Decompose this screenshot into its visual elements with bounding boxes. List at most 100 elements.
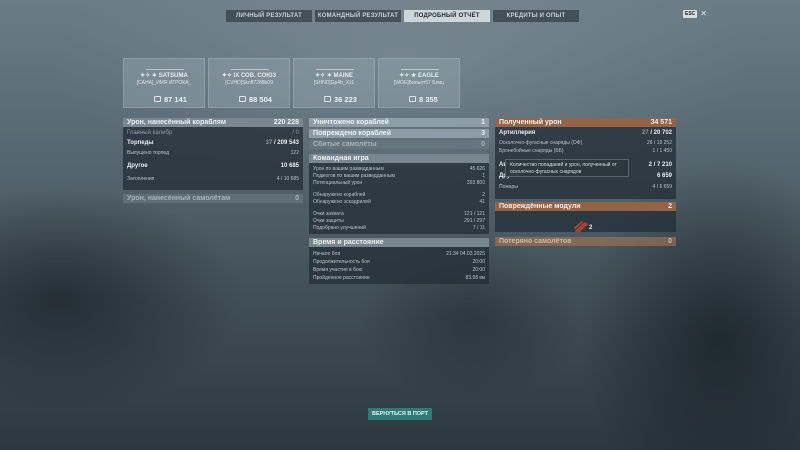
teamplay-title: Командная игра — [313, 155, 369, 162]
he-shells-row[interactable]: Осколочно-фугасные снаряды (ОФ) 26 / 19 … — [495, 139, 676, 147]
row-label: Начало боя — [313, 251, 341, 257]
fires-label: Пожары — [499, 184, 518, 190]
ship-name: ✦✧ IX СОВ. СОЮЗ — [221, 73, 277, 79]
aviation-value: 2 / 7 210 — [648, 161, 672, 168]
planes-shot-header[interactable]: Сбитые самолёты 0 — [309, 140, 489, 149]
time-row: Начало боя 21:34 04.03.2025 — [309, 250, 489, 258]
row-value: 20:00 — [472, 259, 485, 265]
teamplay-row: Потенциальный урон 393 800 — [309, 179, 489, 186]
tab-detailed-report[interactable]: ПОДРОБНЫЙ ОТЧЁТ — [404, 10, 490, 22]
tab-personal-result[interactable]: ЛИЧНЫЙ РЕЗУЛЬТАТ — [226, 10, 312, 22]
planes-lost-header[interactable]: Потеряно самолётов 0 — [495, 237, 676, 246]
damaged-modules-value: 2 — [668, 203, 672, 210]
artillery-damage: / 20 702 — [650, 130, 672, 136]
tab-team-result[interactable]: КОМАНДНЫЙ РЕЗУЛЬТАТ — [315, 10, 401, 22]
ship-damage-label: Урон, нанесённый кораблям — [127, 119, 227, 126]
time-row: Пройденное расстояние 83.98 км — [309, 274, 489, 282]
teamplay-panel: Командная игра Урон по вашим разведданны… — [309, 154, 489, 234]
he-shells-tooltip: Количество попаданий и урон, полученный … — [505, 159, 629, 177]
row-label: Очки захвата — [313, 210, 344, 217]
tab-credits-xp[interactable]: КРЕДИТЫ И ОПЫТ — [493, 10, 579, 22]
top-tabs: ЛИЧНЫЙ РЕЗУЛЬТАТ КОМАНДНЫЙ РЕЗУЛЬТАТ ПОД… — [226, 10, 579, 22]
teamplay-row: Обнаружено кораблей 2 — [309, 191, 489, 198]
received-damage-label: Полученный урон — [499, 119, 562, 126]
main-caliber-row: Главный калибр / 0 — [123, 127, 303, 138]
torpedoes-fired-value: 122 — [290, 150, 299, 156]
damaged-value: 3 — [481, 130, 485, 137]
torpedoes-label: Торпеды — [127, 140, 154, 146]
player-card[interactable]: ✦✧ IX СОВ. СОЮЗ [CVHD]Skoff7288b09 88 50… — [208, 58, 290, 108]
destroyed-value: 1 — [481, 119, 485, 126]
other-damage-row: Другое 10 685 — [123, 158, 303, 174]
close-icon[interactable]: ✕ — [700, 10, 707, 18]
damaged-modules-header[interactable]: Повреждённые модули 2 — [495, 202, 676, 211]
torpedo-tube-module-icon[interactable] — [574, 221, 588, 233]
row-label: Очки защиты — [313, 217, 344, 224]
he-shells-value: 26 / 19 252 — [646, 140, 672, 146]
row-value: 7 / 11 — [472, 224, 485, 231]
aircraft-damage-panel: Урон, нанесённый самолётам 0 — [123, 194, 303, 203]
main-caliber-value: / 0 — [292, 129, 299, 136]
planes-shot-value: 0 — [481, 141, 485, 148]
row-value: 1 — [482, 172, 485, 179]
row-value: 291 / 297 — [464, 217, 485, 224]
fires-value: 4 / 6 659 — [652, 184, 672, 190]
teamplay-row: Подобрано улучшений 7 / 11 — [309, 224, 489, 231]
torpedoes-row: Торпеды 37 / 209 543 — [123, 138, 303, 148]
player-card[interactable]: ✦✧ ✶ MAINE [SHND]Gp4b_X11 36 223 — [293, 58, 375, 108]
teamplay-row: Очки захвата 121 / 121 — [309, 210, 489, 217]
row-value: 121 / 121 — [464, 210, 485, 217]
torpedoes-fired-row: Выпущено торпед 122 — [123, 148, 303, 158]
close-control[interactable]: ESC ✕ — [683, 10, 707, 18]
torpedoes-fired-label: Выпущено торпед — [127, 150, 169, 156]
ap-shells-row[interactable]: Бронебойные снаряды (ББ) 1 / 1 450 — [495, 147, 676, 155]
artillery-row: Артиллерия 27 / 20 702 — [495, 127, 676, 139]
flooding-label: Затопления — [127, 176, 155, 182]
ship-name: ✦✧ ✶ MAINE — [315, 73, 353, 79]
time-distance-panel: Время и расстояние Начало боя 21:34 04.03… — [309, 238, 489, 284]
damaged-header[interactable]: Повреждено кораблей 3 — [309, 129, 489, 138]
damage-value: 8 355 — [419, 95, 438, 104]
row-label: Потенциальный урон — [313, 179, 363, 186]
ship-silhouette-icon — [401, 66, 439, 70]
planes-shot-label: Сбитые самолёты — [313, 141, 377, 148]
ship-silhouette-icon — [316, 66, 354, 70]
ship-damage-panel: Урон, нанесённый кораблям 220 228 Главны… — [123, 118, 303, 190]
teamplay-row: Поджогов по вашим разведданным 1 — [309, 172, 489, 179]
ship-damage-value: 220 228 — [273, 119, 299, 126]
row-label: Урон по вашим разведданным — [313, 165, 384, 172]
damage-icon — [154, 96, 161, 102]
damage-value: 87 141 — [164, 95, 187, 104]
return-to-port-button[interactable]: ВЕРНУТЬСЯ В ПОРТ — [368, 408, 432, 420]
time-row: Продолжительность боя 20:00 — [309, 258, 489, 266]
damaged-label: Повреждено кораблей — [313, 130, 391, 137]
other-damage-label: Другое — [127, 163, 148, 169]
damage-icon — [409, 96, 416, 102]
ap-shells-value: 1 / 1 450 — [652, 148, 672, 154]
artillery-label: Артиллерия — [499, 130, 536, 136]
received-damage-header[interactable]: Полученный урон 34 571 — [495, 118, 676, 127]
row-label: Обнаружено эскадрилий — [313, 198, 371, 205]
player-name: [SHND]Gp4b_X11 — [313, 80, 355, 86]
destroyed-header[interactable]: Уничтожено кораблей 1 — [309, 118, 489, 127]
player-card[interactable]: ✦✧ ★ EAGLE [WOE]Бильят57 Блиц 8 355 — [378, 58, 460, 108]
row-value: 83.98 км — [465, 275, 485, 281]
teamplay-header: Командная игра — [309, 154, 489, 163]
planes-lost-label: Потеряно самолётов — [499, 238, 572, 245]
player-card[interactable]: ✦✧ ✶ SATSUMA [CAHA]_ИМЯ ИГРОКА_ 87 141 — [123, 58, 205, 108]
fires-row: Пожары 4 / 6 659 — [495, 181, 676, 193]
aircraft-damage-header[interactable]: Урон, нанесённый самолётам 0 — [123, 194, 303, 203]
planes-lost-value: 0 — [668, 238, 672, 245]
esc-key-badge: ESC — [683, 10, 698, 18]
time-distance-title: Время и расстояние — [313, 239, 384, 246]
ap-shells-label: Бронебойные снаряды (ББ) — [499, 148, 564, 154]
destroyed-label: Уничтожено кораблей — [313, 119, 389, 126]
damage-icon — [324, 96, 331, 102]
ship-silhouette-icon — [146, 66, 184, 70]
aircraft-damage-label: Урон, нанесённый самолётам — [127, 195, 231, 202]
torpedo-damage: / 209 543 — [273, 140, 299, 146]
ship-damage-header[interactable]: Урон, нанесённый кораблям 220 228 — [123, 118, 303, 127]
ship-name: ✦✧ ★ EAGLE — [399, 73, 439, 79]
flooding-value: 4 / 10 685 — [276, 176, 299, 182]
damage-icon — [239, 96, 246, 102]
